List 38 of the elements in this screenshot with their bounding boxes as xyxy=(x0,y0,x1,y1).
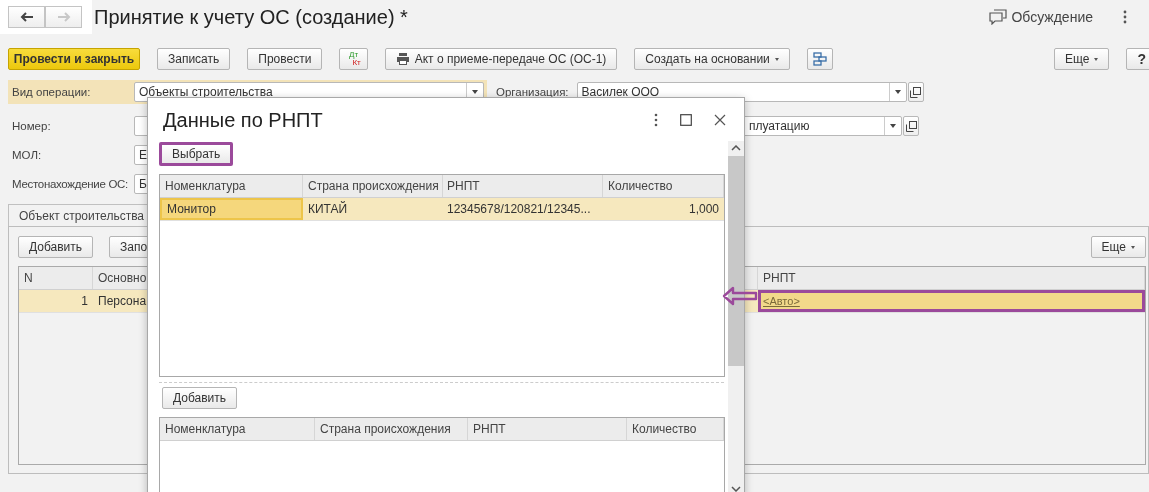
column-header: Количество xyxy=(603,175,724,197)
column-header: РНПТ xyxy=(758,267,1145,289)
column-header: Номенклатура xyxy=(160,175,303,197)
organization-field[interactable]: Василек ООО xyxy=(576,82,907,102)
field-label: МОЛ: xyxy=(11,149,43,161)
column-header: Страна происхождения xyxy=(303,175,443,197)
column-header: Номенклатура xyxy=(160,418,315,440)
field-label: Местонахождение ОС: xyxy=(11,178,129,190)
table-button[interactable]: Добавить xyxy=(18,236,94,258)
add-button[interactable]: Добавить xyxy=(162,387,238,409)
print-button[interactable]: Акт о приеме-передаче ОС (ОС-1) xyxy=(384,48,618,70)
column-header: РНПТ xyxy=(443,175,603,197)
table-cell: 1 xyxy=(81,294,88,308)
column-header: Количество xyxy=(627,418,724,440)
toolbar-button[interactable]: Провести xyxy=(247,48,323,70)
toolbar-button[interactable]: Записать xyxy=(157,48,231,70)
post-and-close-button[interactable]: Провести и закрыть xyxy=(8,48,140,70)
table-cell: Монитор xyxy=(160,198,303,220)
column-header: Страна происхождения xyxy=(315,418,468,440)
select-button[interactable]: Выбрать xyxy=(159,142,234,166)
more-button[interactable]: Еще xyxy=(1090,236,1146,258)
table-link[interactable]: <Авто> xyxy=(763,295,800,307)
window-title: Принятие к учету ОС (создание) * xyxy=(94,5,408,29)
table-cell-text: 12345678/120821/12345... xyxy=(446,201,592,218)
more-button[interactable]: Еще xyxy=(1054,48,1110,70)
table-cell-text: КИТАЙ xyxy=(307,200,349,218)
column-header: N xyxy=(19,267,93,289)
discussion-link[interactable]: Обсуждение xyxy=(1011,9,1093,25)
column-header: РНПТ xyxy=(468,418,627,440)
table-cell-text: 1,000 xyxy=(687,201,720,218)
field-label: Вид операции: xyxy=(11,86,92,98)
field-label: Номер: xyxy=(11,120,52,132)
dialog-title: Данные по РНПТ xyxy=(163,108,323,132)
dt-kt-button[interactable]: Дт Кт xyxy=(339,48,368,70)
help-button[interactable]: ? xyxy=(1126,48,1149,70)
create-based-on-button[interactable]: Создать на основании xyxy=(634,48,790,70)
field-label: Организация: xyxy=(496,86,569,98)
table-cell: Персона xyxy=(98,294,147,308)
